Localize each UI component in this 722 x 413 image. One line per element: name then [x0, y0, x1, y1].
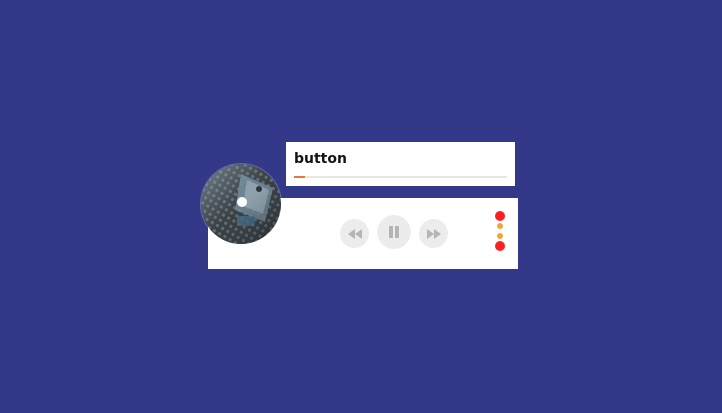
progress-bar[interactable]: [294, 176, 507, 178]
disc-center-hole: [237, 197, 247, 207]
music-player-widget: button: [0, 0, 722, 413]
rewind-icon: [347, 228, 362, 239]
status-dot: [495, 241, 505, 251]
rewind-button[interactable]: [340, 219, 369, 248]
track-title-card: button: [286, 142, 515, 186]
status-dot: [495, 211, 505, 221]
fast-forward-button[interactable]: [419, 219, 448, 248]
more-options-button[interactable]: [493, 210, 507, 252]
progress-fill: [294, 176, 305, 178]
status-dot: [497, 233, 503, 239]
pause-button[interactable]: [377, 215, 411, 249]
track-title: button: [294, 151, 347, 167]
fast-forward-icon: [426, 228, 441, 239]
status-dot: [497, 223, 503, 229]
pause-icon: [389, 226, 399, 238]
album-art-disc: [201, 164, 281, 244]
